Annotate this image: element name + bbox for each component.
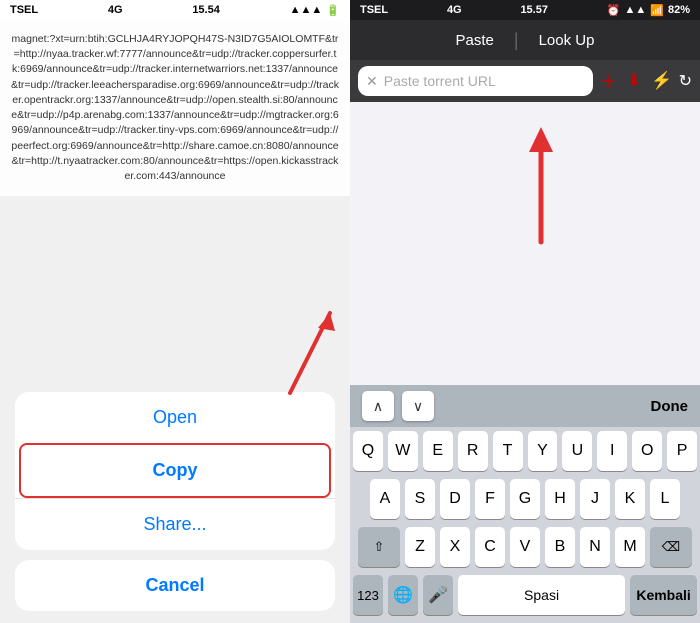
left-status-bar: TSEL 4G 15.54 ▲▲▲ 🔋	[0, 0, 350, 20]
magnet-text-area: magnet:?xt=urn:btih:GCLHJA4RYJOPQH47S-N3…	[0, 20, 350, 196]
kb-key-i[interactable]: I	[597, 431, 627, 471]
kb-key-f[interactable]: F	[475, 479, 505, 519]
lookup-button[interactable]: Look Up	[519, 24, 615, 57]
kb-toolbar-left: ∧ ∨	[362, 391, 434, 421]
signal-icon-right: ▲▲	[624, 4, 646, 16]
kb-key-j[interactable]: J	[580, 479, 610, 519]
magnet-text: magnet:?xt=urn:btih:GCLHJA4RYJOPQH47S-N3…	[11, 33, 339, 182]
context-menu-bar: Paste | Look Up	[350, 20, 700, 60]
keyboard-rows: QWERTYUIOP ASDFGHJKL ⇧ZXCVBNM⌫	[350, 427, 700, 567]
kb-return-key[interactable]: Kembali	[630, 575, 697, 615]
left-time: 15.54	[192, 4, 220, 16]
copy-button[interactable]: Copy	[19, 443, 331, 498]
reload-icon[interactable]: ↻	[679, 71, 692, 91]
kb-key-a[interactable]: A	[370, 479, 400, 519]
signal-icon: ▲▲▲	[290, 4, 323, 16]
kb-key-x[interactable]: X	[440, 527, 470, 567]
wifi-icon: 📶	[650, 4, 664, 17]
cancel-sheet: Cancel	[15, 560, 335, 611]
cancel-button[interactable]: Cancel	[15, 560, 335, 611]
kb-key-r[interactable]: R	[458, 431, 488, 471]
right-time: 15.57	[520, 4, 548, 16]
browser-bar: ✕ Paste torrent URL ＋ ⬇ ⚡ ↻	[350, 60, 700, 102]
kb-space-key[interactable]: Spasi	[458, 575, 625, 615]
kb-up-arrow[interactable]: ∧	[362, 391, 394, 421]
kb-globe-key[interactable]: 🌐	[388, 575, 418, 615]
kb-key-n[interactable]: N	[580, 527, 610, 567]
red-arrow-left	[280, 303, 340, 403]
kb-row-1: QWERTYUIOP	[353, 431, 697, 471]
kb-key-e[interactable]: E	[423, 431, 453, 471]
battery-level: 82%	[668, 4, 690, 16]
kb-key-c[interactable]: C	[475, 527, 505, 567]
kb-key-b[interactable]: B	[545, 527, 575, 567]
kb-key-g[interactable]: G	[510, 479, 540, 519]
kb-bottom-row: 123 🌐 🎤 Spasi Kembali	[350, 575, 700, 615]
kb-key-m[interactable]: M	[615, 527, 645, 567]
kb-key-u[interactable]: U	[562, 431, 592, 471]
kb-key-v[interactable]: V	[510, 527, 540, 567]
kb-key-l[interactable]: L	[650, 479, 680, 519]
paste-button[interactable]: Paste	[436, 24, 514, 57]
flash-icon[interactable]: ⚡	[651, 71, 672, 91]
right-panel: TSEL 4G 15.57 ⏰ ▲▲ 📶 82% Paste | Look Up…	[350, 0, 700, 623]
download-icon[interactable]: ⬇	[627, 71, 641, 91]
kb-key-y[interactable]: Y	[528, 431, 558, 471]
keyboard-toolbar: ∧ ∨ Done	[350, 385, 700, 427]
kb-key-t[interactable]: T	[493, 431, 523, 471]
kb-row-2: ASDFGHJKL	[353, 479, 697, 519]
kb-key-s[interactable]: S	[405, 479, 435, 519]
red-arrow-right	[501, 122, 581, 252]
browser-content	[350, 102, 700, 385]
alarm-icon: ⏰	[607, 4, 621, 17]
kb-down-arrow[interactable]: ∨	[402, 391, 434, 421]
left-panel: TSEL 4G 15.54 ▲▲▲ 🔋 magnet:?xt=urn:btih:…	[0, 0, 350, 623]
kb-key-q[interactable]: Q	[353, 431, 383, 471]
kb-key-z[interactable]: Z	[405, 527, 435, 567]
left-status-right: ▲▲▲ 🔋	[290, 4, 340, 17]
kb-key-h[interactable]: H	[545, 479, 575, 519]
kb-mic-key[interactable]: 🎤	[423, 575, 453, 615]
kb-key-o[interactable]: O	[632, 431, 662, 471]
action-sheet: Open Copy Share...	[15, 392, 335, 550]
kb-done-button[interactable]: Done	[651, 398, 689, 415]
browser-bar-icons: ＋ ⬇ ⚡	[599, 68, 672, 94]
kb-num-key[interactable]: 123	[353, 575, 383, 615]
right-status-bar: TSEL 4G 15.57 ⏰ ▲▲ 📶 82%	[350, 0, 700, 20]
kb-key-d[interactable]: D	[440, 479, 470, 519]
share-button[interactable]: Share...	[15, 498, 335, 550]
kb-row-3: ⇧ZXCVBNM⌫	[353, 527, 697, 567]
kb-delete-key[interactable]: ⌫	[650, 527, 692, 567]
add-tab-icon[interactable]: ＋	[599, 68, 617, 94]
left-network: 4G	[108, 4, 123, 16]
battery-icon: 🔋	[326, 4, 340, 17]
keyboard-area: QWERTYUIOP ASDFGHJKL ⇧ZXCVBNM⌫ 123 🌐 🎤 S…	[350, 427, 700, 623]
left-carrier: TSEL	[10, 4, 38, 16]
right-status-right: ⏰ ▲▲ 📶 82%	[607, 4, 690, 17]
kb-key-p[interactable]: P	[667, 431, 697, 471]
clear-url-button[interactable]: ✕	[366, 73, 378, 90]
url-bar[interactable]: ✕ Paste torrent URL	[358, 66, 593, 96]
url-placeholder: Paste torrent URL	[384, 73, 585, 89]
kb-shift-key[interactable]: ⇧	[358, 527, 400, 567]
right-network: 4G	[447, 4, 462, 16]
right-carrier: TSEL	[360, 4, 388, 16]
kb-key-k[interactable]: K	[615, 479, 645, 519]
kb-key-w[interactable]: W	[388, 431, 418, 471]
